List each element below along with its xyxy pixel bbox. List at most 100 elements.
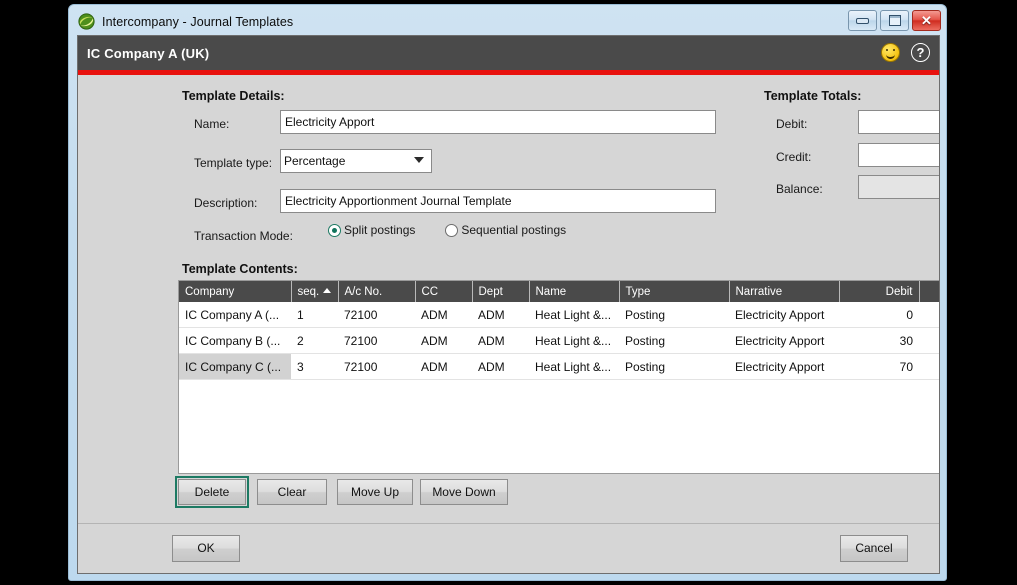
delete-button[interactable]: Delete [175,476,249,508]
grid-header-credit[interactable]: Credit [918,281,939,302]
close-button[interactable]: ✕ [912,10,941,31]
transaction-mode-option-1[interactable]: Sequential postings [445,223,566,237]
cell-narrative[interactable]: Electricity Apport [729,302,839,328]
debit-total-label: Debit: [776,117,808,131]
smiley-face-icon[interactable] [881,43,900,62]
template-contents-grid[interactable]: Company seq. A/c No. CC Dept Name Type Narrativ… [178,280,939,474]
grid-header-cc[interactable]: CC [414,281,472,302]
grid-header-label: A/c No. [344,285,383,298]
app-panel: IC Company A (UK) ? Template Details: Na… [77,35,940,574]
table-row[interactable]: IC Company C (... 3 72100 ADM ADM Heat Light … [179,353,939,380]
table-row[interactable]: IC Company B (... 2 72100 ADM ADM Heat Light … [179,327,939,354]
cell-credit[interactable]: 0 [919,327,939,354]
grid-header-label: Debit [885,285,913,298]
grid-header-name[interactable]: Name [528,281,619,302]
help-icon[interactable]: ? [911,43,930,62]
cell-seq[interactable]: 2 [291,327,338,354]
content-area: Template Details: Name: Template type: P… [78,75,939,531]
template-type-select[interactable]: PercentageValueRatio [280,149,432,173]
clear-button[interactable]: Clear [257,479,327,505]
cell-cc[interactable]: ADM [415,353,472,380]
template-type-combo[interactable]: PercentageValueRatio [280,149,432,173]
template-totals-heading: Template Totals: [764,89,862,103]
description-label: Description: [194,196,258,210]
maximize-icon [888,15,901,26]
grid-header-dept[interactable]: Dept [471,281,529,302]
cell-type[interactable]: Posting [619,327,729,354]
sort-ascending-icon [323,287,332,293]
grid-head: Company seq. A/c No. CC Dept Name Type Narrativ… [179,281,939,302]
cell-acno[interactable]: 72100 [338,327,415,354]
grid-header-narrative[interactable]: Narrative [728,281,839,302]
os-title-text: Intercompany - Journal Templates [102,14,294,29]
grid-header-label: Narrative [735,285,783,298]
cancel-button[interactable]: Cancel [840,535,908,562]
transaction-mode-option-label: Split postings [344,223,416,237]
cell-seq[interactable]: 1 [291,302,338,328]
cell-company[interactable]: IC Company A (... [179,302,291,328]
debit-total-value [858,110,939,134]
grid-header-label: seq. [297,285,320,298]
grid-header-label: Company [185,285,235,298]
cell-narrative[interactable]: Electricity Apport [729,353,839,380]
grid-header-company[interactable]: Company [179,281,291,302]
radio-icon[interactable] [445,223,459,237]
grid-header-label: Type [625,285,651,298]
cell-debit[interactable]: 0 [839,302,919,328]
close-icon: ✕ [921,13,932,28]
radio-icon[interactable] [328,223,341,237]
ok-button[interactable]: OK [172,535,240,562]
transaction-mode-group: Split postings Sequential postings [328,223,596,237]
description-input[interactable] [280,189,716,213]
grid-header-row: Company seq. A/c No. CC Dept Name Type Narrativ… [179,281,939,302]
grid-header-label: CC [421,285,439,298]
template-type-label: Template type: [194,156,273,170]
cell-name[interactable]: Heat Light &... [529,302,619,328]
grid-header-debit[interactable]: Debit [838,281,919,302]
cell-debit[interactable]: 70 [839,353,919,380]
cell-company[interactable]: IC Company B (... [179,327,291,354]
template-contents-heading: Template Contents: [182,262,298,276]
cell-type[interactable]: Posting [619,353,729,380]
os-title-bar: Intercompany - Journal Templates ✕ [69,5,946,38]
cell-cc[interactable]: ADM [415,327,472,354]
company-title: IC Company A (UK) [87,45,210,61]
cell-acno[interactable]: 72100 [338,302,415,328]
grid-header-type[interactable]: Type [618,281,729,302]
transaction-mode-option-label: Sequential postings [461,223,567,237]
cell-dept[interactable]: ADM [472,353,529,380]
grid-table: Company seq. A/c No. CC Dept Name Type Narrativ… [179,281,939,380]
credit-total-value [858,143,939,167]
cell-debit[interactable]: 30 [839,327,919,354]
maximize-button[interactable] [880,10,909,31]
move-up-button[interactable]: Move Up [337,479,413,505]
grid-header-label: Dept [478,285,503,298]
grid-header-seq[interactable]: seq. [290,281,338,302]
cell-credit[interactable]: 100 [919,302,939,328]
grid-body: IC Company A (... 1 72100 ADM ADM Heat Light … [179,302,939,380]
cell-type[interactable]: Posting [619,302,729,328]
table-row[interactable]: IC Company A (... 1 72100 ADM ADM Heat Light … [179,302,939,328]
cell-credit[interactable]: 0 [919,353,939,380]
cell-acno[interactable]: 72100 [338,353,415,380]
cell-seq[interactable]: 3 [291,353,338,380]
transaction-mode-option-0[interactable]: Split postings [328,223,415,237]
cell-company[interactable]: IC Company C (... [179,353,291,380]
name-label: Name: [194,117,230,131]
template-details-heading: Template Details: [182,89,285,103]
cell-cc[interactable]: ADM [415,302,472,328]
balance-total-label: Balance: [776,182,823,196]
header-actions: ? [881,43,930,62]
cell-narrative[interactable]: Electricity Apport [729,327,839,354]
application-window: Intercompany - Journal Templates ✕ IC Co… [68,4,947,581]
grid-header-label: Name [535,285,567,298]
credit-total-label: Credit: [776,150,812,164]
minimize-button[interactable] [848,10,877,31]
name-input[interactable] [280,110,716,134]
move-down-button[interactable]: Move Down [420,479,508,505]
cell-dept[interactable]: ADM [472,327,529,354]
cell-name[interactable]: Heat Light &... [529,353,619,380]
cell-name[interactable]: Heat Light &... [529,327,619,354]
cell-dept[interactable]: ADM [472,302,529,328]
grid-header-acno[interactable]: A/c No. [337,281,415,302]
